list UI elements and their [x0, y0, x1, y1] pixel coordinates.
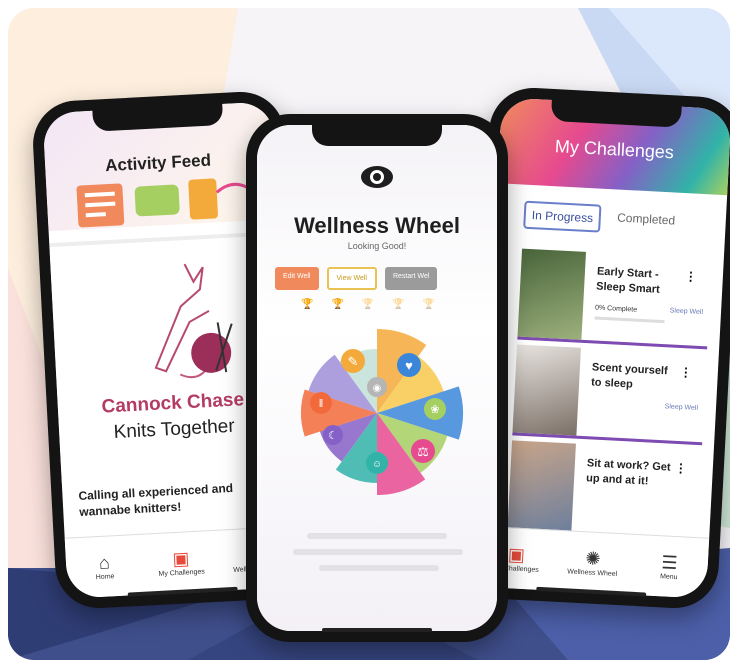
tab-in-progress[interactable]: In Progress — [523, 200, 602, 233]
nav-home-label: Home — [95, 572, 115, 581]
trophy-row: 🏆 🏆 🏆 🏆 🏆 — [301, 299, 435, 310]
deer-yarn-icon — [154, 263, 233, 379]
challenge-title: Scent yourself to sleep — [590, 361, 668, 391]
moon-icon: ☾ — [328, 430, 338, 442]
people-icon: ☺ — [372, 459, 382, 470]
edit-well-button[interactable]: Edit Well — [275, 267, 319, 290]
challenge-image — [512, 344, 581, 436]
challenge-tag: Sleep Well — [669, 307, 704, 317]
wheel-actions: Edit Well View Well Restart Wel — [275, 267, 438, 290]
feed-illustration — [76, 178, 258, 228]
heart-icon: ♥ — [405, 358, 413, 373]
trophy-icon: 🏆 — [331, 299, 344, 310]
challenges-icon: ▣ — [171, 547, 190, 569]
nav-menu-label: Menu — [659, 572, 678, 581]
progress-bar — [594, 316, 665, 324]
blurred-text — [307, 533, 447, 539]
eye-icon — [361, 166, 393, 188]
challenge-item[interactable]: Sit at work? Get up and at it! ⋮ — [507, 440, 701, 538]
challenge-title: Sit at work? Get up and at it! — [585, 457, 671, 488]
nav-challenges-label: My Challenges — [158, 567, 205, 578]
home-indicator — [322, 628, 432, 632]
trophy-icon: 🏆 — [361, 299, 375, 310]
view-well-button[interactable]: View Well — [326, 267, 377, 290]
more-options-icon[interactable]: ⋮ — [679, 365, 692, 380]
leaf-icon: ❀ — [430, 404, 439, 416]
info-icon: ◉ — [373, 383, 382, 394]
more-options-icon[interactable]: ⋮ — [685, 269, 698, 284]
trophy-icon: 🏆 — [301, 299, 314, 310]
menu-icon: ☰ — [660, 551, 679, 573]
scales-icon: ⚖ — [417, 444, 429, 459]
cutlery-icon: ǁ — [319, 398, 324, 410]
nav-menu[interactable]: ☰ Menu — [629, 535, 709, 599]
phone-wellness-wheel: Wellness Wheel Looking Good! Edit Well V… — [246, 114, 508, 642]
nav-my-challenges[interactable]: ▣ My Challenges — [141, 531, 221, 595]
wellness-wheel-title: Wellness Wheel — [294, 213, 460, 238]
home-icon: ⌂ — [98, 551, 111, 573]
wellness-wheel-screen: Wellness Wheel Looking Good! Edit Well V… — [257, 125, 497, 631]
challenge-item[interactable]: Early Start - Sleep Smart ⋮ 0% Complete … — [517, 248, 712, 350]
my-challenges-screen: My Challenges In Progress Completed Earl… — [476, 97, 730, 599]
challenge-title: Early Start - Sleep Smart — [595, 265, 661, 296]
challenge-item[interactable]: Scent yourself to sleep ⋮ Sleep Well — [512, 344, 707, 446]
trophy-icon: 🏆 — [392, 299, 405, 310]
challenge-tag: Sleep Well — [664, 403, 699, 412]
nav-home[interactable]: ⌂ Home — [65, 535, 145, 599]
activity-icon: ✎ — [348, 354, 359, 369]
blurred-text — [293, 549, 463, 555]
blurred-text — [319, 565, 439, 571]
phone-notch — [312, 120, 442, 146]
wellness-wheel-chart[interactable]: ✎ ♥ ❀ ⚖ ☺ ☾ ǁ ◉ — [285, 321, 469, 505]
bottom-nav: ▣ My Challenges ✺ Wellness Wheel ☰ Menu — [476, 525, 710, 599]
challenge-image — [517, 248, 587, 340]
challenge-progress: 0% Complete — [594, 304, 638, 314]
trophy-icon: 🏆 — [422, 299, 436, 310]
restart-well-button[interactable]: Restart Wel — [384, 267, 438, 290]
challenge-image — [507, 440, 576, 532]
wheel-icon: ✺ — [584, 547, 602, 569]
challenges-icon: ▣ — [507, 543, 526, 565]
hero-card: Activity Feed Cannock Chase Knits Togeth… — [8, 8, 730, 660]
more-options-icon[interactable]: ⋮ — [674, 461, 687, 476]
nav-wheel-label: Wellness Wheel — [567, 567, 618, 578]
nav-wellness-wheel[interactable]: ✺ Wellness Wheel — [553, 531, 633, 595]
wellness-wheel-subtitle: Looking Good! — [347, 241, 407, 251]
challenge-tabs: In Progress Completed — [523, 200, 682, 237]
tab-completed[interactable]: Completed — [610, 205, 681, 237]
